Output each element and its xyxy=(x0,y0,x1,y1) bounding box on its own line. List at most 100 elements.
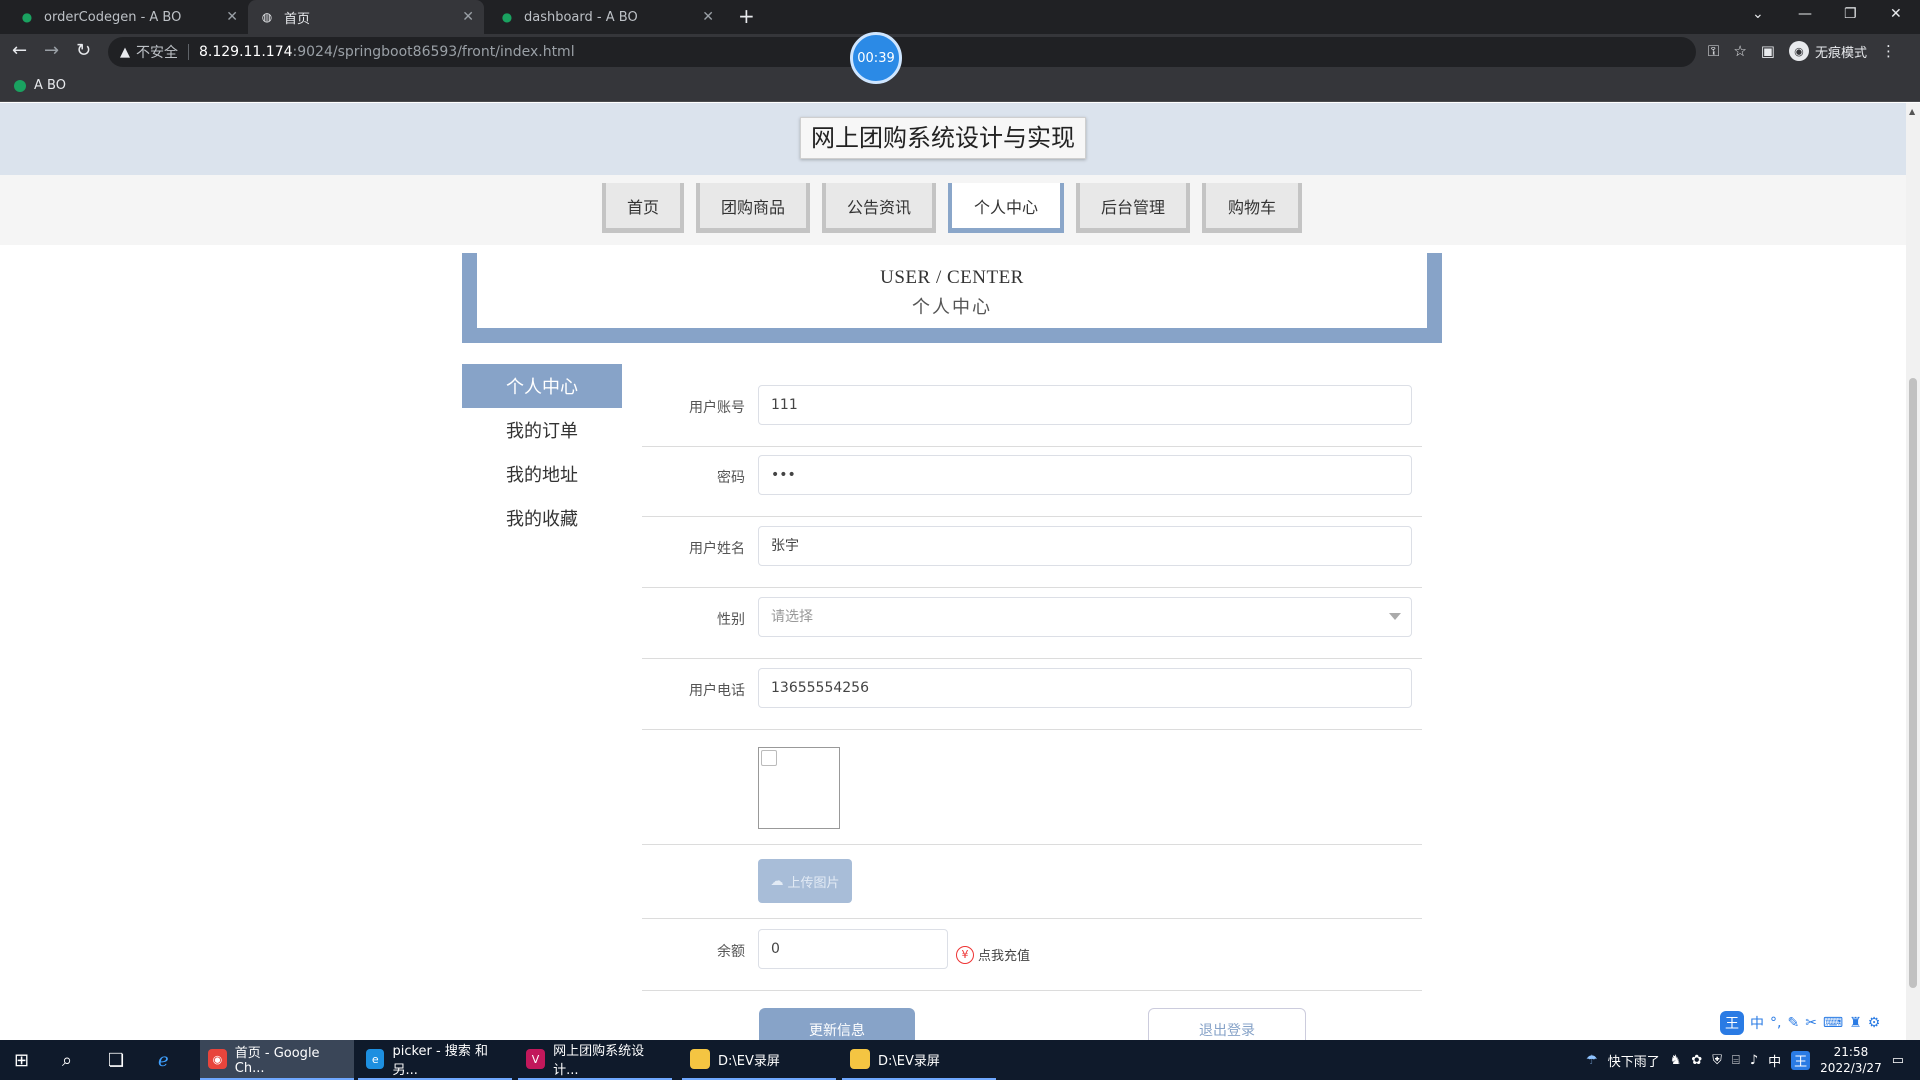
address-bar[interactable]: ▲ 不安全 8.129.11.174 :9024/springboot86593… xyxy=(108,37,1696,67)
ime-app-icon[interactable]: 王 xyxy=(1791,1050,1811,1070)
upload-image-button[interactable]: ☁ 上传图片 xyxy=(758,859,852,903)
tab-title: dashboard - A BO xyxy=(524,9,638,25)
ime-indicator[interactable]: 中 xyxy=(1768,1051,1781,1070)
taskbar-item-folder-1[interactable]: D:\EV录屏 xyxy=(682,1040,836,1080)
page-scrollbar[interactable]: ▲ xyxy=(1906,103,1920,1040)
side-item-favorites[interactable]: 我的收藏 xyxy=(462,496,622,540)
system-tray: ☂ 快下雨了 ♞ ✿ ⛨ ⌸ ♪ 中 王 21:58 2022/3/27 ▭ xyxy=(1586,1040,1920,1080)
tab-title: 首页 xyxy=(284,11,311,27)
side-item-orders[interactable]: 我的订单 xyxy=(462,408,622,452)
phone-label: 用户电话 xyxy=(689,683,745,699)
reload-icon[interactable]: ↻ xyxy=(76,41,91,61)
tab-search-icon[interactable]: ⌄ xyxy=(1752,6,1764,22)
yen-icon: ¥ xyxy=(956,945,974,964)
tab-ordercodegen[interactable]: ● orderCodegen - A BO ✕ xyxy=(8,0,248,34)
task-view-icon[interactable]: ❏ xyxy=(108,1050,124,1071)
nav-admin[interactable]: 后台管理 xyxy=(1076,183,1190,233)
network-icon[interactable]: ⌸ xyxy=(1732,1053,1740,1068)
ime-pen-icon[interactable]: ✎ xyxy=(1787,1015,1799,1031)
nav-news[interactable]: 公告资讯 xyxy=(822,183,936,233)
banner-title-en: USER / CENTER xyxy=(880,267,1024,288)
url-host: 8.129.11.174 xyxy=(199,44,293,60)
password-input[interactable]: ••• xyxy=(758,455,1412,495)
name-input[interactable]: 张宇 xyxy=(758,526,1412,566)
gender-label: 性别 xyxy=(717,612,745,628)
new-tab-icon[interactable]: + xyxy=(738,6,755,26)
side-item-user-center[interactable]: 个人中心 xyxy=(462,364,622,408)
incognito-badge[interactable]: ◉ 无痕模式 xyxy=(1788,41,1867,61)
tab-dashboard[interactable]: ● dashboard - A BO ✕ xyxy=(488,0,724,34)
taskbar-item-edge[interactable]: e picker - 搜索 和另... xyxy=(358,1040,512,1080)
ime-logo-icon[interactable]: 王 xyxy=(1720,1011,1744,1035)
chevron-down-icon xyxy=(1389,613,1401,620)
gender-select[interactable]: 请选择 xyxy=(758,597,1412,637)
key-icon[interactable]: ⚿ xyxy=(1708,42,1719,60)
logout-button[interactable]: 退出登录 xyxy=(1148,1008,1306,1040)
volume-icon[interactable]: ♪ xyxy=(1750,1053,1758,1068)
scrollbar-thumb[interactable] xyxy=(1909,378,1917,988)
tray-shield-icon[interactable]: ⛨ xyxy=(1712,1053,1722,1068)
incognito-icon: ◉ xyxy=(1788,41,1809,61)
recharge-link[interactable]: ¥ 点我充值 xyxy=(956,945,1030,964)
form-row-phone: 用户电话 13655554256 xyxy=(642,668,1422,730)
ime-skin-icon[interactable]: ♜ xyxy=(1849,1015,1862,1031)
tray-app-icon[interactable]: ✿ xyxy=(1691,1053,1702,1068)
warning-icon: ▲ xyxy=(120,44,130,60)
taskbar-item-folder-2[interactable]: D:\EV录屏 xyxy=(842,1040,996,1080)
gender-placeholder: 请选择 xyxy=(771,609,813,625)
url-path: :9024/springboot86593/front/index.html xyxy=(292,44,575,60)
scroll-up-icon[interactable]: ▲ xyxy=(1909,107,1915,116)
nav-products[interactable]: 团购商品 xyxy=(696,183,810,233)
bookmark-abo[interactable]: A BO xyxy=(14,78,66,93)
insecure-label: 不安全 xyxy=(136,45,178,61)
minimize-icon[interactable]: — xyxy=(1798,6,1812,22)
form-row-gender: 性别 请选择 xyxy=(642,597,1422,659)
forward-icon[interactable]: → xyxy=(44,41,59,61)
tray-qq-icon[interactable]: ♞ xyxy=(1670,1053,1682,1068)
bookmark-favicon-icon xyxy=(14,79,26,92)
taskbar-item-chrome[interactable]: ◉ 首页 - Google Ch... xyxy=(200,1040,354,1080)
windows-taskbar: ⊞ ⌕ ❏ ℯ ◉ 首页 - Google Ch... e picker - 搜… xyxy=(0,1040,1920,1080)
tab-favicon-icon: ● xyxy=(21,10,33,24)
edge-icon: e xyxy=(366,1049,385,1069)
side-item-address[interactable]: 我的地址 xyxy=(462,452,622,496)
ime-punct-icon[interactable]: °, xyxy=(1770,1015,1781,1031)
close-icon[interactable]: ✕ xyxy=(462,9,474,25)
nav-home[interactable]: 首页 xyxy=(602,183,684,233)
site-header: 网上团购系统设计与实现 xyxy=(0,103,1906,175)
notification-icon[interactable]: ▭ xyxy=(1892,1053,1904,1068)
close-icon[interactable]: ✕ xyxy=(226,9,238,25)
nav-user-center[interactable]: 个人中心 xyxy=(948,183,1064,233)
ie-icon[interactable]: ℯ xyxy=(158,1050,169,1071)
ime-chinese-icon[interactable]: 中 xyxy=(1750,1013,1764,1033)
nav-cart[interactable]: 购物车 xyxy=(1202,183,1302,233)
search-icon[interactable]: ⌕ xyxy=(62,1050,72,1071)
balance-input[interactable]: 0 xyxy=(758,929,948,969)
name-label: 用户姓名 xyxy=(689,541,745,557)
sidepanel-icon[interactable]: ▣ xyxy=(1761,42,1775,60)
clock[interactable]: 21:58 2022/3/27 xyxy=(1820,1044,1882,1076)
menu-icon[interactable]: ⋮ xyxy=(1881,42,1896,60)
close-window-icon[interactable]: ✕ xyxy=(1890,6,1902,22)
account-input[interactable]: 111 xyxy=(758,385,1412,425)
ime-keyboard-icon[interactable]: ⌨ xyxy=(1823,1015,1843,1031)
browser-toolbar: ← → ↻ ▲ 不安全 8.129.11.174 :9024/springboo… xyxy=(0,34,1920,70)
weather-text[interactable]: 快下雨了 xyxy=(1608,1051,1660,1070)
back-icon[interactable]: ← xyxy=(12,41,27,61)
update-info-button[interactable]: 更新信息 xyxy=(759,1008,915,1040)
umbrella-icon: ☂ xyxy=(1586,1052,1598,1068)
windows-start-icon[interactable]: ⊞ xyxy=(14,1050,29,1071)
page-viewport: 网上团购系统设计与实现 首页 团购商品 公告资讯 个人中心 后台管理 购物车 U… xyxy=(0,103,1906,1040)
tab-home[interactable]: ◍ 首页 ✕ xyxy=(248,0,484,34)
restore-icon[interactable]: ❐ xyxy=(1844,6,1857,22)
recording-timer[interactable]: 00:39 xyxy=(850,32,902,84)
phone-input[interactable]: 13655554256 xyxy=(758,668,1412,708)
taskbar-item-ide[interactable]: V 网上团购系统设计... xyxy=(518,1040,672,1080)
balance-label: 余额 xyxy=(717,944,745,960)
avatar-image xyxy=(758,747,840,829)
ime-settings-icon[interactable]: ⚙ xyxy=(1868,1015,1881,1031)
star-icon[interactable]: ☆ xyxy=(1733,42,1746,60)
ime-scissors-icon[interactable]: ✂ xyxy=(1805,1015,1817,1031)
toolbar-actions: ⚿ ☆ ▣ ◉ 无痕模式 ⋮ xyxy=(1708,41,1896,61)
close-icon[interactable]: ✕ xyxy=(702,9,714,25)
